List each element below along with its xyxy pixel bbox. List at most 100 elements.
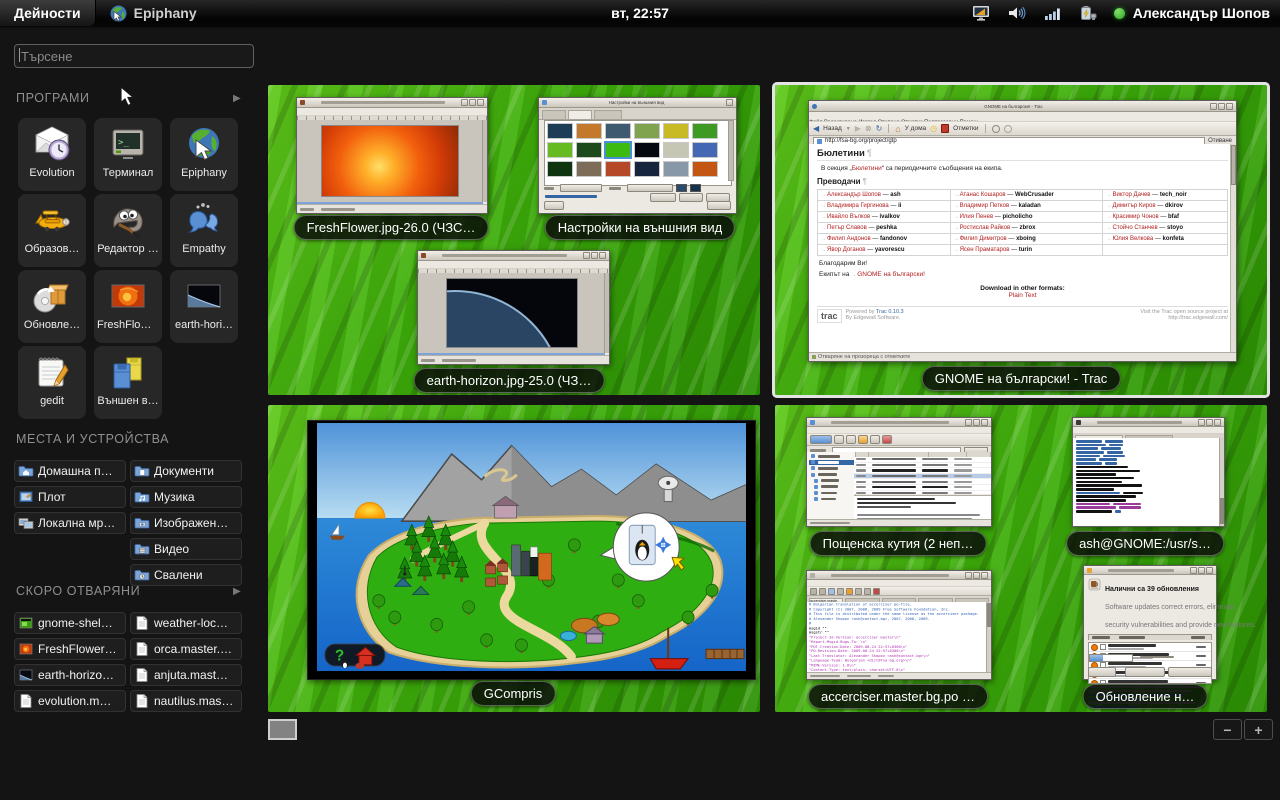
workspace-2-active[interactable]: GNOME на български! - Trac Файл Редактир…: [775, 85, 1267, 395]
wallpaper-thumb[interactable]: [663, 161, 689, 177]
place-item[interactable]: Свалени: [130, 564, 242, 586]
window-gimp-earth[interactable]: Файл Редактиране Избиране Изглед Изображ…: [417, 250, 610, 365]
wallpaper-thumb[interactable]: [576, 142, 602, 158]
window-gimp-freshflower[interactable]: Файл Редактиране Избиране Изглед Изображ…: [296, 97, 488, 214]
window-epiphany-trac[interactable]: GNOME на български! - Trac Файл Редактир…: [808, 100, 1237, 362]
app-tile-gimp[interactable]: Редактор …: [94, 194, 162, 267]
web-page[interactable]: Бюлетини¶ В секция „Бюлетини“ са периоди…: [809, 144, 1236, 352]
app-tile-evolution[interactable]: Evolution: [18, 118, 86, 191]
plain-text-link[interactable]: Plain Text: [817, 292, 1228, 299]
programs-expand-icon[interactable]: ▶: [233, 93, 241, 104]
place-item[interactable]: Изображен…: [130, 512, 242, 534]
activities-button[interactable]: Дейности: [0, 0, 96, 26]
window-label-gedit[interactable]: accerciser.master.bg.po …: [808, 684, 988, 709]
translator-link[interactable]: Филип Димитров: [960, 236, 1007, 242]
terminal-output[interactable]: [1073, 438, 1220, 526]
recent-item[interactable]: FreshFlower…: [14, 638, 126, 660]
edgewall-link[interactable]: http://trac.edgewall.com/: [1168, 315, 1228, 321]
style-controls[interactable]: [544, 184, 701, 192]
wallpaper-thumb[interactable]: [663, 142, 689, 158]
translator-link[interactable]: Юлия Велкова: [1112, 236, 1153, 242]
zoom-out-icon[interactable]: [1004, 125, 1012, 133]
scrollbar[interactable]: [604, 273, 609, 353]
browser-toolbar[interactable]: ◀ Назад ▼ ▶ ⊗ ↻ ⌂ У дома ◷ Отметки: [809, 122, 1236, 136]
home-icon[interactable]: ⌂: [895, 124, 900, 134]
window-label-trac[interactable]: GNOME на български! - Trac: [922, 366, 1121, 391]
place-item[interactable]: Домашна п…: [14, 460, 126, 482]
menubar[interactable]: [807, 427, 991, 434]
window-evolution[interactable]: [806, 417, 992, 527]
place-item[interactable]: Плот: [14, 486, 126, 508]
translator-link[interactable]: Владимир Петков: [960, 203, 1010, 209]
translator-link[interactable]: Димитър Киров: [1112, 203, 1155, 209]
translator-link[interactable]: Александър Шопов: [827, 192, 881, 198]
help-button[interactable]: [544, 201, 564, 210]
scrollbar[interactable]: [728, 120, 734, 181]
toolbar[interactable]: [807, 434, 991, 446]
back-icon[interactable]: ◀: [813, 124, 819, 133]
workspace-indicator[interactable]: [268, 719, 297, 740]
forward-icon[interactable]: ▶: [855, 124, 861, 133]
recent-item[interactable]: evolution.m…: [14, 690, 126, 712]
wallpaper-thumb[interactable]: [547, 161, 573, 177]
remove-workspace-button[interactable]: −: [1213, 719, 1242, 740]
place-item[interactable]: Видео: [130, 538, 242, 560]
wallpaper-thumb[interactable]: [692, 142, 718, 158]
translator-link[interactable]: Атанас Кошаров: [960, 192, 1006, 198]
window-appearance-prefs[interactable]: Настройки на външния вид: [538, 97, 737, 214]
translator-link[interactable]: Ростислав Райков: [960, 225, 1011, 231]
app-tile-gedit[interactable]: gedit: [18, 346, 86, 419]
window-label-update[interactable]: Обновление н…: [1083, 684, 1208, 709]
toolbar[interactable]: [807, 587, 991, 596]
history-icon[interactable]: ◷: [930, 124, 937, 133]
list-column-headers[interactable]: [1088, 634, 1212, 640]
wallpaper-thumb[interactable]: [663, 123, 689, 139]
translator-link[interactable]: Ивайло Вълков: [827, 214, 870, 220]
wallpaper-thumb[interactable]: [547, 123, 573, 139]
scrollbar[interactable]: [986, 602, 991, 673]
window-label-terminal[interactable]: ash@GNOME:/usr/s…: [1066, 531, 1224, 556]
wallpaper-thumb[interactable]: [692, 123, 718, 139]
wallpaper-thumb[interactable]: [576, 161, 602, 177]
translator-link[interactable]: Илия Пенев: [960, 214, 994, 220]
recent-item[interactable]: earth-horizo…: [14, 664, 126, 686]
app-tile-flower[interactable]: FreshFlow…: [94, 270, 162, 343]
place-item[interactable]: Музика: [130, 486, 242, 508]
close-button[interactable]: [707, 201, 731, 210]
translator-link[interactable]: Виктор Дачев: [1112, 192, 1150, 198]
app-tile-empathy[interactable]: Empathy: [170, 194, 238, 267]
recent-expand-icon[interactable]: ▶: [233, 586, 241, 597]
app-tile-update[interactable]: Обновле…: [18, 270, 86, 343]
window-label-mail[interactable]: Пощенска кутия (2 неп…: [810, 531, 987, 556]
trac-logo[interactable]: trac: [817, 309, 842, 323]
menubar[interactable]: Файл Редактиране Изглед Отиване Отметки …: [809, 112, 1236, 122]
recent-item[interactable]: anjuta.mast…: [130, 664, 242, 686]
menubar[interactable]: Файл Редактиране Избиране Изглед Изображ…: [297, 108, 487, 116]
app-tile-terminal[interactable]: >_Терминал: [94, 118, 162, 191]
wallpaper-thumb[interactable]: [547, 142, 573, 158]
user-menu[interactable]: Александър Шопов: [1114, 5, 1270, 21]
window-gcompris[interactable]: ?: [307, 420, 756, 680]
window-label-earth[interactable]: earth-horizon.jpg-25.0 (ЧЗ…: [414, 368, 605, 393]
battery-icon[interactable]: [1078, 5, 1098, 21]
workspace-1[interactable]: Файл Редактиране Избиране Изглед Изображ…: [268, 85, 760, 395]
wallpaper-thumb[interactable]: [692, 161, 718, 177]
wallpaper-thumb[interactable]: [634, 161, 660, 177]
page-scrollbar[interactable]: [1230, 144, 1236, 352]
app-tile-earth[interactable]: earth-hori…: [170, 270, 238, 343]
place-item[interactable]: Документи: [130, 460, 242, 482]
clock[interactable]: вт, 22:57: [611, 5, 669, 21]
wallpaper-thumb[interactable]: [605, 123, 631, 139]
window-label-appearance[interactable]: Настройки на външния вид: [545, 215, 735, 240]
wallpaper-thumb[interactable]: [634, 142, 660, 158]
wallpaper-thumb[interactable]: [605, 161, 631, 177]
scrollbar[interactable]: [1219, 438, 1224, 526]
translator-link[interactable]: Филип Андонов: [827, 236, 871, 242]
app-menu[interactable]: Epiphany: [96, 5, 211, 22]
stop-icon[interactable]: ⊗: [865, 124, 872, 133]
wallpaper-thumb[interactable]: [576, 123, 602, 139]
zoom-in-icon[interactable]: [992, 125, 1000, 133]
translator-link[interactable]: Петър Славов: [827, 225, 867, 231]
translator-link[interactable]: Красимир Чонов: [1112, 214, 1158, 220]
window-label-gcompris[interactable]: GCompris: [471, 681, 556, 706]
